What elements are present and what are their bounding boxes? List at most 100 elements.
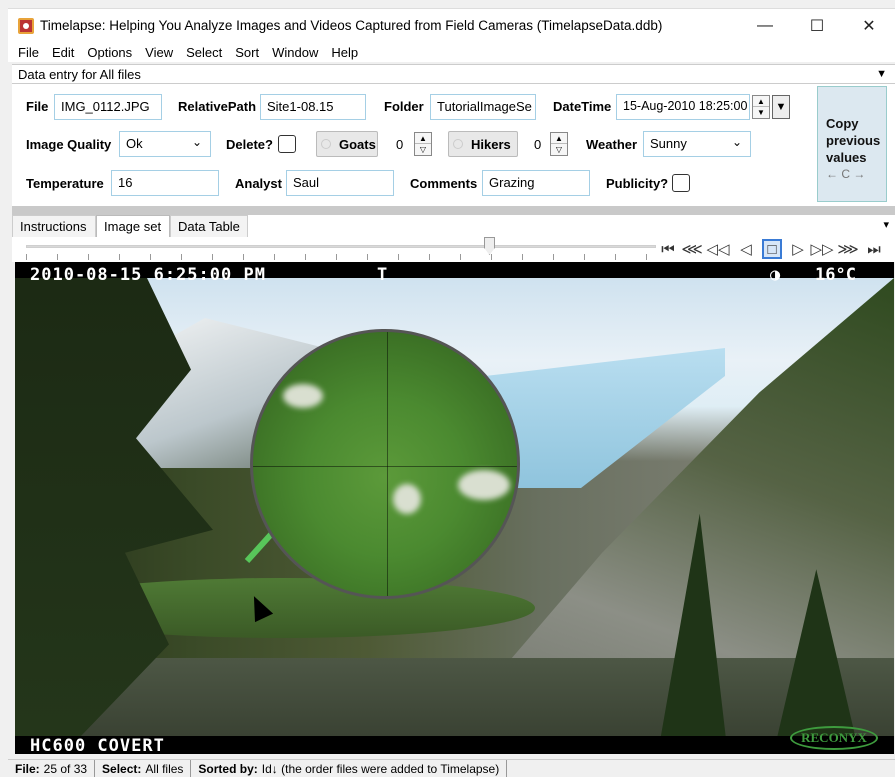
file-slider-thumb[interactable] — [484, 237, 495, 255]
page-forward-icon[interactable]: ⋙ — [837, 239, 858, 259]
fast-forward-icon[interactable]: ▷▷ — [810, 239, 833, 259]
fast-back-icon[interactable]: ◁◁ — [706, 239, 729, 259]
foreground-ground — [15, 658, 894, 736]
copy-shortcut-hint: ← C → — [826, 167, 866, 181]
first-file-icon[interactable]: ⏮ — [658, 239, 678, 259]
goats-spinner[interactable]: ▲ ▽ — [414, 132, 432, 156]
status-sorted-label: Sorted by: — [198, 761, 258, 776]
menu-file[interactable]: File — [18, 45, 39, 60]
last-file-icon[interactable]: ⏭ — [864, 239, 884, 259]
file-field[interactable]: IMG_0112.JPG — [54, 94, 162, 120]
tab-instructions[interactable]: Instructions — [12, 215, 96, 237]
panel-splitter[interactable] — [12, 206, 895, 215]
weather-label: Weather — [586, 137, 638, 152]
weather-select[interactable]: Sunny ⌄ — [643, 131, 751, 157]
status-file: File: 25 of 33 — [8, 759, 96, 777]
publicity-label: Publicity? — [606, 176, 669, 191]
tab-menu-icon[interactable]: ▾ — [883, 218, 889, 231]
comments-label: Comments — [410, 176, 478, 191]
goat-blur — [458, 470, 510, 500]
navigation-bar: ⏮ ⋘ ◁◁ ◁ □ ▷ ▷▷ ⋙ ⏭ — [12, 237, 895, 262]
radio-icon — [453, 139, 463, 149]
comments-field[interactable]: Grazing — [482, 170, 590, 196]
app-icon — [18, 17, 34, 34]
status-select-value: All files — [145, 761, 184, 776]
temperature-label: Temperature — [26, 176, 104, 191]
folder-label: Folder — [384, 99, 424, 114]
title-bar: Timelapse: Helping You Analyze Images an… — [8, 8, 895, 42]
temperature-field[interactable]: 16 — [111, 170, 219, 196]
tab-image-set[interactable]: Image set — [96, 215, 170, 238]
stop-icon[interactable]: □ — [762, 239, 782, 259]
magnifying-glass[interactable] — [250, 329, 520, 599]
copy-label-line1: Copy — [826, 116, 859, 131]
copy-label-line3: values — [826, 150, 867, 165]
datetime-dropdown-icon[interactable]: ▼ — [772, 95, 790, 119]
chevron-down-icon: ⌄ — [731, 135, 742, 149]
minimize-button[interactable]: — — [739, 9, 791, 43]
image-quality-select[interactable]: Ok ⌄ — [119, 131, 211, 157]
window-title: Timelapse: Helping You Analyze Images an… — [40, 18, 663, 33]
back-icon[interactable]: ◁ — [736, 239, 756, 259]
delete-checkbox[interactable] — [278, 135, 296, 153]
goats-counter-button[interactable]: Goats — [316, 131, 378, 157]
close-button[interactable]: ✕ — [843, 9, 895, 43]
hikers-count[interactable]: 0 — [534, 137, 541, 152]
image-quality-value: Ok — [126, 136, 143, 151]
menu-options[interactable]: Options — [87, 45, 132, 60]
reconyx-logo: RECONYX — [790, 726, 878, 750]
data-entry-panel: File IMG_0112.JPG RelativePath Site1-08.… — [12, 84, 895, 206]
delete-label: Delete? — [226, 137, 273, 152]
data-entry-title: Data entry for All files — [18, 66, 141, 82]
maximize-button[interactable]: ☐ — [791, 9, 843, 43]
image-quality-label: Image Quality — [26, 137, 112, 152]
meadow — [115, 578, 535, 638]
goats-label: Goats — [339, 136, 376, 152]
forward-icon[interactable]: ▷ — [788, 239, 808, 259]
page-back-icon[interactable]: ⋘ — [681, 239, 702, 259]
overlay-t: T — [377, 265, 388, 285]
relpath-label: RelativePath — [178, 99, 257, 114]
menu-select[interactable]: Select — [186, 45, 222, 60]
datetime-field[interactable]: 15-Aug-2010 18:25:00 — [616, 94, 750, 120]
status-file-value: 25 of 33 — [43, 761, 88, 776]
goat-blur — [393, 484, 421, 514]
copy-previous-values-button[interactable]: Copy previous values ← C → — [817, 86, 887, 202]
crosshair-vertical — [387, 332, 388, 596]
menu-edit[interactable]: Edit — [52, 45, 74, 60]
goat-blur — [283, 384, 323, 408]
analyst-label: Analyst — [235, 176, 282, 191]
status-file-label: File: — [15, 761, 40, 776]
status-select: Select: All files — [95, 759, 192, 777]
file-slider-track[interactable] — [26, 245, 656, 248]
menu-sort[interactable]: Sort — [235, 45, 259, 60]
menu-window[interactable]: Window — [272, 45, 318, 60]
overlay-temperature: 16°C — [815, 265, 856, 285]
publicity-checkbox[interactable] — [672, 174, 690, 192]
copy-label-line2: previous — [826, 133, 881, 148]
menu-help[interactable]: Help — [331, 45, 358, 60]
tab-data-table[interactable]: Data Table — [170, 215, 248, 237]
collapse-icon[interactable]: ▼ — [876, 68, 887, 80]
folder-field[interactable]: TutorialImageSe — [430, 94, 536, 120]
menu-bar: File Edit Options View Select Sort Windo… — [8, 42, 895, 62]
radio-icon — [321, 139, 331, 149]
menu-view[interactable]: View — [145, 45, 173, 60]
image-viewer[interactable]: 2010-08-15 6:25:00 PM T ◑ 16°C HC600 COV… — [15, 262, 894, 754]
moon-phase-icon: ◑ — [770, 265, 781, 285]
status-bar: File: 25 of 33 Select: All files Sorted … — [8, 759, 895, 777]
status-select-label: Select: — [102, 761, 142, 776]
status-sorted-value: Id↓ (the order files were added to Timel… — [261, 761, 500, 776]
goats-count[interactable]: 0 — [396, 137, 403, 152]
tab-bar: Instructions Image set Data Table ▾ — [12, 215, 895, 238]
overlay-camera-model: HC600 COVERT — [30, 736, 165, 754]
data-entry-header: Data entry for All files ▼ — [12, 64, 895, 84]
file-label: File — [26, 99, 49, 114]
hikers-counter-button[interactable]: Hikers — [448, 131, 518, 157]
overlay-datetime: 2010-08-15 6:25:00 PM — [30, 265, 266, 285]
datetime-spinner[interactable]: ▲ ▼ — [752, 95, 770, 119]
relpath-field[interactable]: Site1-08.15 — [260, 94, 366, 120]
hikers-spinner[interactable]: ▲ ▽ — [550, 132, 568, 156]
analyst-field[interactable]: Saul — [286, 170, 394, 196]
chevron-down-icon: ⌄ — [191, 135, 202, 149]
